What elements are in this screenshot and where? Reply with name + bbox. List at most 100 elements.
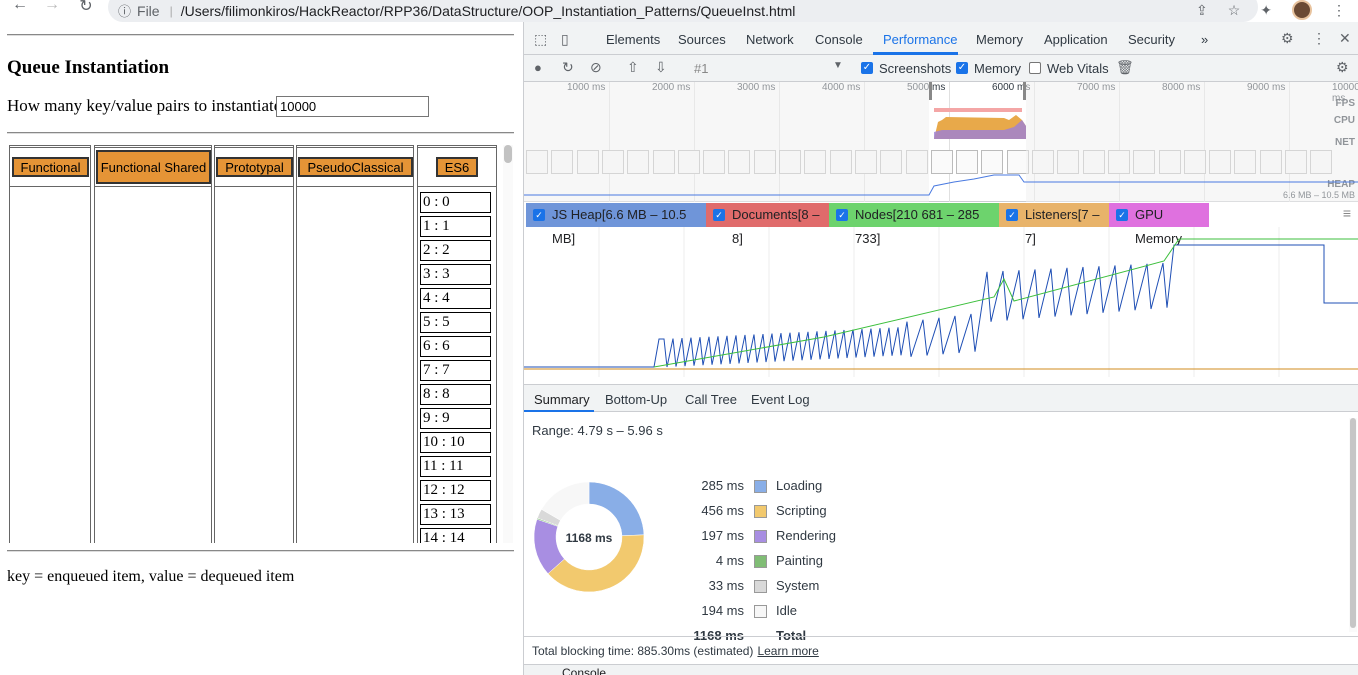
count-input[interactable]: [276, 96, 429, 117]
donut-total: 1168 ms: [566, 531, 613, 545]
inspect-element-icon[interactable]: ⬚: [534, 31, 547, 48]
counter-toggle[interactable]: ✓ Listeners[7 – 7]: [999, 203, 1109, 246]
reload-profile-icon[interactable]: ↻: [562, 59, 574, 76]
es6-item: 2 : 2: [420, 240, 491, 261]
functional-shared-button[interactable]: Functional Shared: [96, 150, 211, 184]
es6-item: 6 : 6: [420, 336, 491, 357]
reload-icon[interactable]: ↻: [72, 0, 100, 16]
range-text: Range: 4.79 s – 5.96 s: [532, 423, 663, 438]
es6-item: 12 : 12: [420, 480, 491, 501]
tab-summary[interactable]: Summary: [534, 392, 590, 407]
summary-scrollbar[interactable]: [1349, 418, 1357, 632]
pseudoclassical-button[interactable]: PseudoClassical: [298, 157, 413, 177]
kebab-menu-icon[interactable]: ⋮: [1312, 30, 1326, 47]
page-title: Queue Instantiation: [7, 57, 170, 78]
es6-item: 11 : 11: [420, 456, 491, 477]
screenshots-checkbox[interactable]: ✓: [861, 62, 873, 74]
settings-gear-icon[interactable]: ⚙: [1281, 30, 1294, 47]
tab-event-log[interactable]: Event Log: [751, 392, 810, 407]
webvitals-label: Web Vitals: [1047, 61, 1109, 76]
functional-shared-column: [94, 145, 212, 543]
es6-item: 7 : 7: [420, 360, 491, 381]
es6-button[interactable]: ES6: [436, 157, 478, 177]
details-tabbar: Summary Bottom-Up Call Tree Event Log: [524, 384, 1358, 412]
timeline-overview[interactable]: 1000 ms2000 ms3000 ms4000 ms5000 ms6000 …: [524, 82, 1358, 202]
scroll-thumb[interactable]: [504, 145, 512, 163]
results-table: 0 : 0 1 : 1 2 : 2 3 : 3 4 : 4 5 : 5 6 : 6 7 : 7…: [7, 145, 501, 543]
summary-name: Scripting: [776, 503, 827, 518]
page-content: Queue Instantiation How many key/value p…: [0, 22, 523, 675]
counter-toggle[interactable]: ✓ Documents[8 – 8]: [706, 203, 829, 246]
es6-item: 13 : 13: [420, 504, 491, 525]
summary-swatch: [754, 580, 767, 593]
es6-column: 0 : 0 1 : 1 2 : 2 3 : 3 4 : 4 5 : 5 6 : 6 7 : 7…: [417, 145, 497, 543]
summary-name: Idle: [776, 603, 797, 618]
chevron-down-icon[interactable]: ▼: [833, 60, 843, 71]
tab-bottom-up[interactable]: Bottom-Up: [605, 392, 667, 407]
devtools-panel: ⬚ ▯ Elements Sources Network Console Per…: [523, 22, 1358, 675]
summary-value: 194 ms: [701, 603, 744, 618]
tab-application[interactable]: Application: [1044, 32, 1108, 47]
prototypal-column: [214, 145, 294, 543]
forward-arrow-icon[interactable]: →: [38, 0, 66, 14]
kebab-menu-icon[interactable]: ⋮: [1332, 2, 1346, 19]
divider: [7, 550, 514, 552]
counter-toggle[interactable]: ✓ Nodes[210 681 – 285 733]: [829, 203, 999, 246]
more-tabs-icon[interactable]: »: [1201, 32, 1208, 47]
unselected-shade-right: [1026, 82, 1358, 202]
blocking-time-text: Total blocking time: 885.30ms (estimated…: [532, 644, 754, 658]
bookmark-star-icon[interactable]: ☆: [1228, 2, 1241, 19]
summary-value: 197 ms: [701, 528, 744, 543]
close-icon[interactable]: ✕: [1339, 30, 1351, 47]
summary-value: 285 ms: [701, 478, 744, 493]
download-icon[interactable]: ⇩: [655, 59, 667, 76]
tab-memory[interactable]: Memory: [976, 32, 1023, 47]
summary-name: Painting: [776, 553, 823, 568]
upload-icon[interactable]: ⇧: [627, 59, 639, 76]
profile-select[interactable]: #1: [694, 61, 708, 76]
counter-checkbox[interactable]: ✓: [836, 209, 848, 221]
settings-gear-icon[interactable]: ⚙: [1336, 59, 1349, 76]
memory-checkbox[interactable]: ✓: [956, 62, 968, 74]
es6-item: 3 : 3: [420, 264, 491, 285]
counter-toggle[interactable]: ✓ GPU Memory: [1109, 203, 1209, 246]
counter-toggle[interactable]: ✓ JS Heap[6.6 MB – 10.5 MB]: [526, 203, 706, 246]
url-text[interactable]: /Users/filimonkiros/HackReactor/RPP36/Da…: [181, 3, 796, 19]
tab-sources[interactable]: Sources: [678, 32, 726, 47]
functional-button[interactable]: Functional: [12, 157, 89, 177]
blocking-time-bar: Total blocking time: 885.30ms (estimated…: [524, 636, 1358, 664]
clear-icon[interactable]: ⊘: [590, 59, 602, 76]
summary-swatch: [754, 480, 767, 493]
tab-call-tree[interactable]: Call Tree: [685, 392, 737, 407]
tab-performance[interactable]: Performance: [883, 32, 957, 47]
share-icon[interactable]: ⇪: [1196, 2, 1208, 19]
tab-console[interactable]: Console: [815, 32, 863, 47]
prototypal-button[interactable]: Prototypal: [216, 157, 293, 177]
overview-graphs: [524, 82, 1358, 202]
browser-actions: ⇪ ☆ ✦ ⋮: [1184, 0, 1358, 20]
counter-checkbox[interactable]: ✓: [1006, 209, 1018, 221]
back-arrow-icon[interactable]: ←: [6, 0, 34, 14]
avatar[interactable]: [1292, 0, 1312, 20]
summary-name: Loading: [776, 478, 823, 493]
tab-elements[interactable]: Elements: [606, 32, 660, 47]
scroll-thumb[interactable]: [1350, 418, 1356, 628]
webvitals-checkbox[interactable]: [1029, 62, 1041, 74]
device-toolbar-icon[interactable]: ▯: [561, 31, 569, 48]
page-scrollbar[interactable]: [503, 145, 513, 543]
counter-checkbox[interactable]: ✓: [533, 209, 545, 221]
record-icon[interactable]: ●: [534, 60, 542, 75]
learn-more-link[interactable]: Learn more: [757, 644, 818, 658]
trash-icon[interactable]: 🗑: [1116, 59, 1134, 76]
extensions-icon[interactable]: ✦: [1260, 2, 1272, 19]
divider: [7, 132, 514, 134]
tab-security[interactable]: Security: [1128, 32, 1175, 47]
console-drawer[interactable]: Console: [524, 664, 1358, 675]
address-bar[interactable]: ⓘ File | /Users/filimonkiros/HackReactor…: [108, 0, 1258, 22]
counter-checkbox[interactable]: ✓: [1116, 209, 1128, 221]
counter-checkbox[interactable]: ✓: [713, 209, 725, 221]
donut-slice: [588, 481, 645, 536]
tab-network[interactable]: Network: [746, 32, 794, 47]
counters-menu-icon[interactable]: ≡: [1343, 205, 1351, 221]
info-icon[interactable]: ⓘ: [118, 1, 131, 20]
